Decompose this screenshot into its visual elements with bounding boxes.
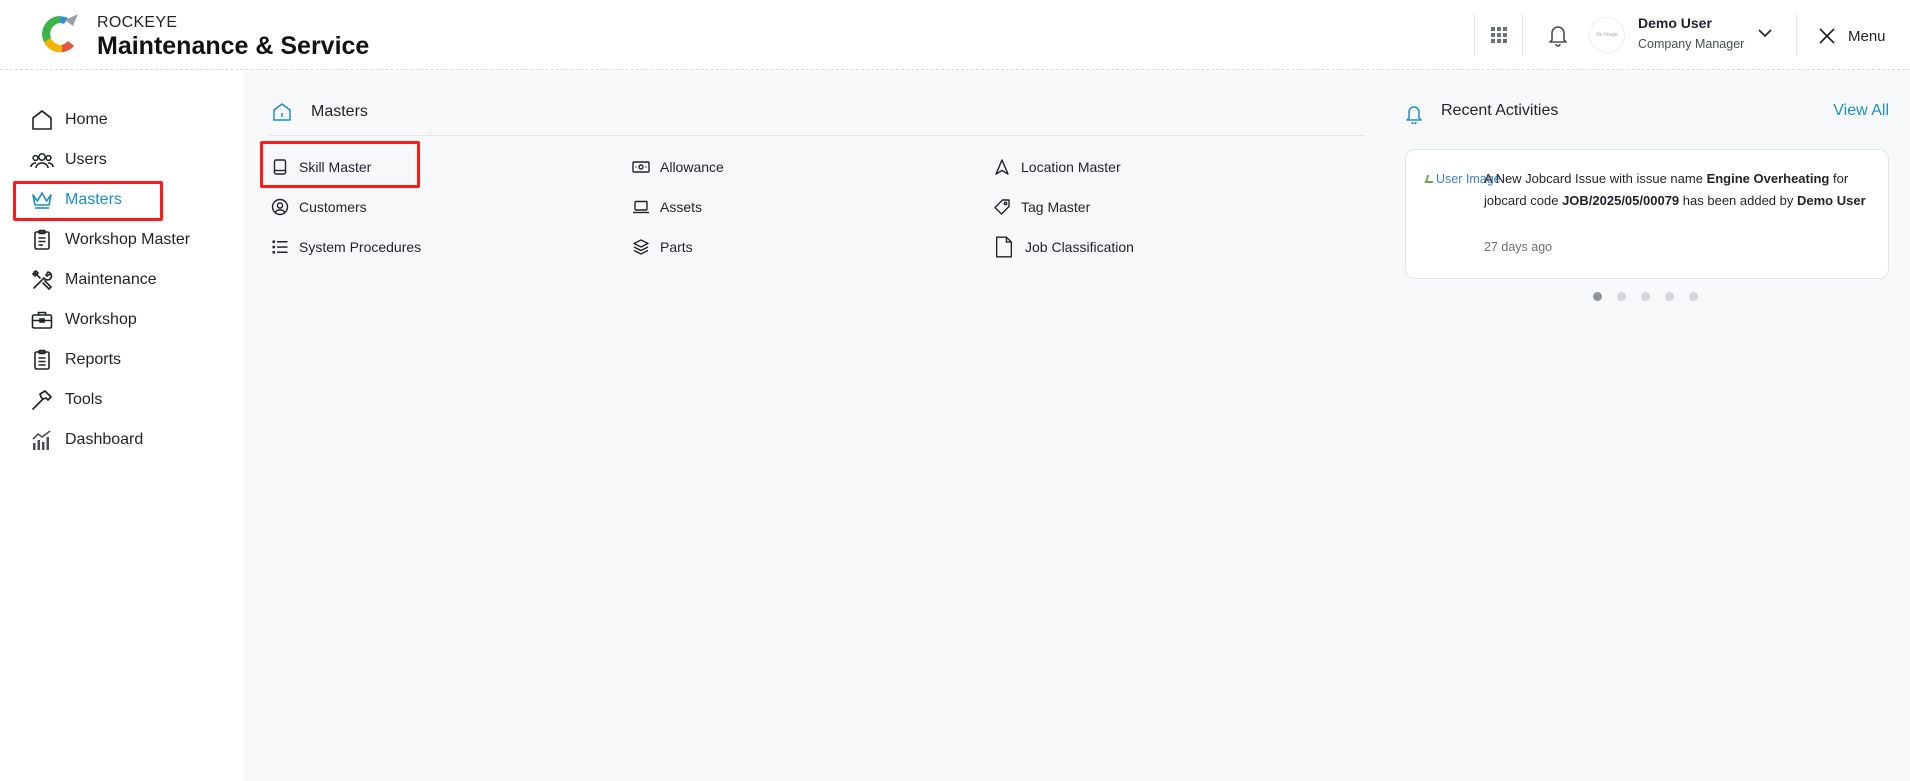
laptop-icon	[633, 200, 649, 214]
sidebar-item-home[interactable]: Home	[30, 106, 108, 134]
bell-icon	[1406, 106, 1422, 124]
master-item-tag-master[interactable]: Tag Master	[993, 196, 1090, 218]
master-item-label: Tag Master	[1021, 199, 1091, 215]
master-item-label: Customers	[299, 199, 367, 215]
toolbox-icon	[31, 311, 53, 329]
carousel-dot[interactable]	[1593, 292, 1602, 301]
carousel-dot[interactable]	[1641, 292, 1650, 301]
jobcard-code: JOB/2025/05/00079	[1562, 193, 1680, 208]
master-item-label: System Procedures	[299, 239, 422, 255]
master-item-label: Allowance	[660, 159, 724, 175]
master-item-label: Parts	[660, 239, 693, 255]
highlight-box	[13, 181, 163, 221]
sidebar-item-maintenance[interactable]: Maintenance	[30, 266, 157, 294]
report-icon	[34, 349, 50, 370]
chart-icon	[32, 430, 51, 450]
menu-button[interactable]: Menu	[1818, 24, 1886, 48]
broken-image-icon	[1424, 175, 1436, 183]
master-item-location-master[interactable]: Location Master	[993, 156, 1121, 178]
sidebar-item-label: Tools	[65, 391, 103, 408]
sidebar-item-workshop-master[interactable]: Workshop Master	[30, 226, 190, 254]
carousel-dot[interactable]	[1689, 292, 1698, 301]
highlight-box	[260, 141, 420, 188]
layers-icon	[633, 239, 649, 255]
sidebar-item-label: Users	[65, 151, 107, 168]
sidebar: Home Users Masters Workshop Master Maint…	[0, 71, 243, 781]
master-item-label: Job Classification	[1025, 239, 1134, 255]
activity-time: 27 days ago	[1484, 240, 1553, 254]
sidebar-item-label: Dashboard	[65, 431, 144, 448]
brand-name: ROCKEYE	[97, 14, 178, 31]
sidebar-item-label: Maintenance	[65, 271, 157, 288]
page-title: Masters	[311, 103, 368, 120]
user-circle-icon	[271, 198, 289, 216]
header-divider	[1522, 14, 1523, 56]
home-icon	[273, 103, 291, 121]
apps-grid-icon[interactable]	[1488, 24, 1510, 46]
carousel-pagination	[1593, 292, 1713, 301]
master-item-assets[interactable]: Assets	[632, 196, 702, 218]
app-title: Maintenance & Service	[97, 32, 370, 60]
header-divider	[1796, 14, 1797, 56]
sidebar-item-label: Home	[65, 111, 108, 128]
user-name: Demo User	[1638, 15, 1712, 31]
navigation-icon	[995, 159, 1009, 175]
hammer-icon	[32, 390, 52, 410]
list-icon	[272, 240, 288, 254]
sidebar-item-users[interactable]: Users	[30, 146, 107, 174]
activity-text-part: A New Jobcard Issue with issue name	[1484, 171, 1707, 186]
avatar[interactable]: No Image	[1589, 17, 1625, 53]
sidebar-item-reports[interactable]: Reports	[30, 346, 121, 374]
issue-name: Engine Overheating	[1706, 171, 1830, 186]
master-item-label: Location Master	[1021, 159, 1121, 175]
rockeye-logo[interactable]	[38, 12, 82, 56]
tag-icon	[994, 199, 1010, 215]
clipboard-icon	[34, 229, 50, 250]
master-item-system-procedures[interactable]: System Procedures	[271, 236, 421, 258]
banknote-icon	[632, 161, 650, 173]
sidebar-item-label: Workshop	[65, 311, 137, 328]
user-role: Company Manager	[1638, 37, 1745, 51]
sidebar-item-dashboard[interactable]: Dashboard	[30, 426, 143, 454]
sidebar-item-workshop[interactable]: Workshop	[30, 306, 137, 334]
document-icon	[995, 236, 1013, 258]
close-icon	[1819, 28, 1835, 44]
masters-section-header: Masters	[271, 101, 368, 123]
activity-text-part: has been added by	[1679, 193, 1797, 208]
master-item-label: Assets	[660, 199, 703, 215]
recent-activities-header: Recent Activities View All	[1405, 101, 1889, 125]
master-item-job-classification[interactable]: Job Classification	[993, 236, 1134, 258]
master-item-customers[interactable]: Customers	[271, 196, 367, 218]
top-header: ROCKEYE Maintenance & Service No Image D…	[0, 0, 1910, 70]
chevron-down-icon[interactable]	[1756, 26, 1774, 40]
carousel-dot[interactable]	[1617, 292, 1626, 301]
divider	[269, 135, 1366, 136]
notification-bell-icon[interactable]	[1545, 22, 1571, 48]
tools-icon	[31, 269, 53, 291]
recent-activities-title: Recent Activities	[1441, 102, 1559, 119]
users-icon	[30, 153, 54, 169]
master-item-allowance[interactable]: Allowance	[632, 156, 724, 178]
main-content: Masters Skill Master Customers System Pr…	[243, 71, 1910, 781]
sidebar-item-tools[interactable]: Tools	[30, 386, 102, 414]
sidebar-item-label: Workshop Master	[65, 231, 191, 248]
activity-text: A New Jobcard Issue with issue name Engi…	[1484, 168, 1876, 212]
master-item-parts[interactable]: Parts	[632, 236, 693, 258]
activity-card: User Image A New Jobcard Issue with issu…	[1405, 149, 1889, 279]
carousel-dot[interactable]	[1665, 292, 1674, 301]
added-by: Demo User	[1797, 193, 1866, 208]
home-icon	[32, 109, 52, 130]
sidebar-item-label: Reports	[65, 351, 122, 368]
header-divider	[1474, 14, 1475, 56]
view-all-link[interactable]: View All	[1833, 102, 1889, 120]
menu-label: Menu	[1848, 27, 1886, 45]
